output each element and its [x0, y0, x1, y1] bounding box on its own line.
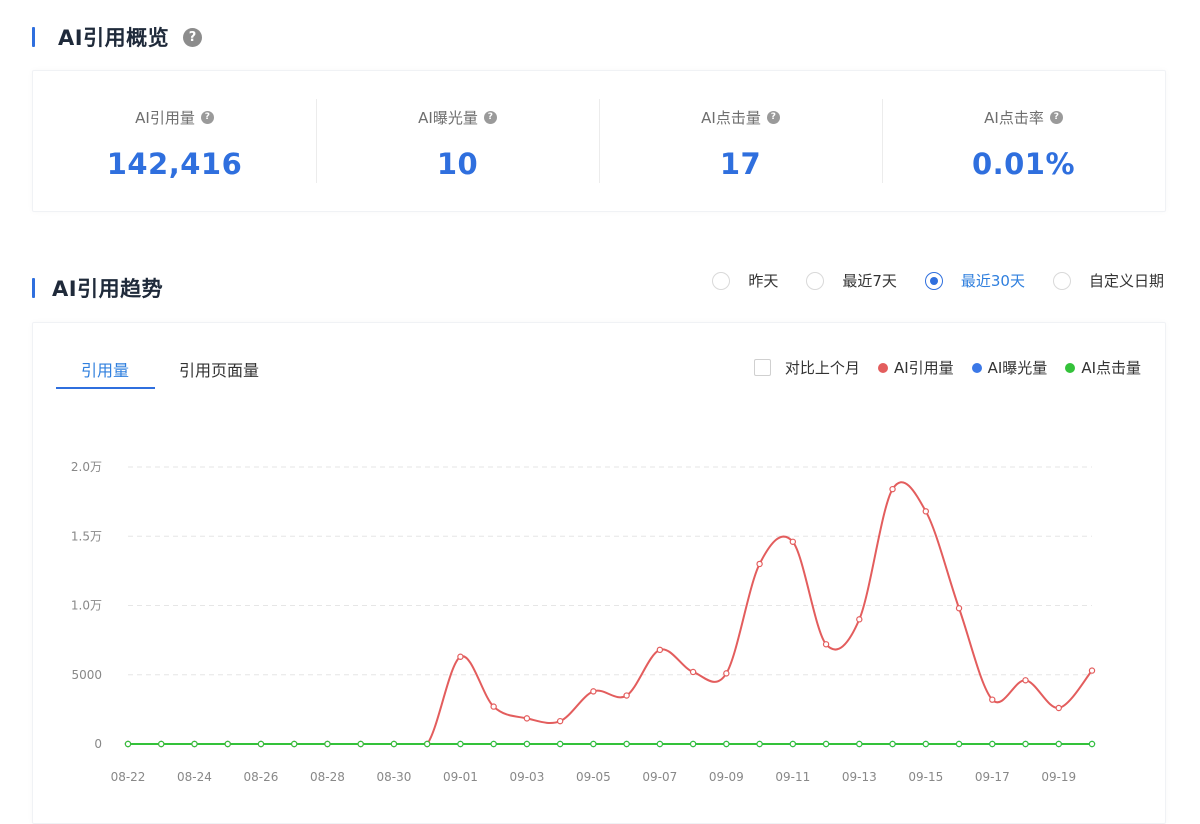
x-tick-label: 09-07 — [642, 770, 677, 784]
data-point — [789, 740, 797, 748]
data-point — [889, 485, 896, 493]
data-point — [423, 740, 431, 748]
data-point — [1022, 677, 1029, 684]
x-tick-label: 08-30 — [376, 770, 411, 784]
data-point — [955, 740, 963, 748]
data-point — [1055, 704, 1062, 712]
data-point — [523, 740, 531, 748]
x-tick-label: 09-05 — [576, 770, 611, 784]
data-point — [457, 653, 464, 660]
data-point — [856, 616, 863, 623]
data-point — [723, 740, 730, 748]
x-tick-label: 08-22 — [111, 770, 146, 784]
y-tick-label: 0 — [94, 737, 102, 751]
data-point — [623, 692, 630, 699]
x-tick-label: 09-15 — [908, 770, 943, 784]
data-point — [523, 715, 531, 722]
data-point — [556, 717, 564, 725]
data-point — [922, 740, 929, 748]
data-point — [457, 740, 464, 748]
data-point — [191, 740, 198, 748]
data-point — [390, 740, 398, 748]
data-point — [656, 646, 664, 654]
trend-line-chart: 0 5000 1.0万 1.5万 2.0万 08-22 08-24 08-26 08-28 08-… — [71, 460, 1096, 784]
data-point — [822, 740, 830, 748]
data-point — [590, 688, 597, 695]
x-tick-label: 09-01 — [443, 770, 478, 784]
data-point — [124, 740, 132, 748]
data-point — [689, 740, 697, 748]
y-tick-label: 1.0万 — [71, 599, 102, 613]
x-tick-label: 09-03 — [509, 770, 544, 784]
data-point — [989, 696, 996, 703]
data-point — [158, 740, 165, 748]
x-tick-label: 08-24 — [177, 770, 212, 784]
data-point — [922, 508, 929, 515]
x-tick-label: 09-13 — [842, 770, 877, 784]
data-point — [357, 740, 364, 748]
data-point — [689, 668, 697, 676]
data-point — [623, 740, 630, 748]
data-point — [224, 740, 231, 748]
data-point — [1055, 740, 1062, 748]
data-point — [490, 740, 497, 748]
series-line-0 — [128, 481, 1093, 745]
data-point — [856, 740, 863, 748]
data-point — [756, 740, 763, 748]
data-point — [324, 740, 331, 748]
data-point — [291, 740, 298, 748]
y-tick-label: 5000 — [71, 668, 102, 682]
x-tick-label: 08-26 — [244, 770, 279, 784]
x-tick-label: 09-17 — [975, 770, 1010, 784]
data-point — [756, 560, 763, 568]
data-point — [257, 740, 265, 748]
data-point — [556, 740, 564, 748]
x-tick-label: 09-09 — [709, 770, 744, 784]
data-point — [490, 703, 497, 710]
x-tick-label: 08-28 — [310, 770, 345, 784]
data-point — [989, 740, 996, 748]
data-point — [889, 740, 896, 748]
data-point — [822, 641, 830, 648]
data-point — [955, 605, 963, 612]
data-point — [789, 538, 797, 545]
x-tick-label: 09-19 — [1041, 770, 1076, 784]
data-point — [723, 670, 730, 677]
y-tick-label: 1.5万 — [71, 529, 102, 543]
x-tick-label: 09-11 — [775, 770, 810, 784]
data-point — [1088, 740, 1096, 748]
y-tick-label: 2.0万 — [71, 460, 102, 474]
data-point — [590, 740, 597, 748]
data-point — [1022, 740, 1029, 748]
data-point — [1088, 667, 1096, 674]
data-point — [656, 740, 664, 748]
